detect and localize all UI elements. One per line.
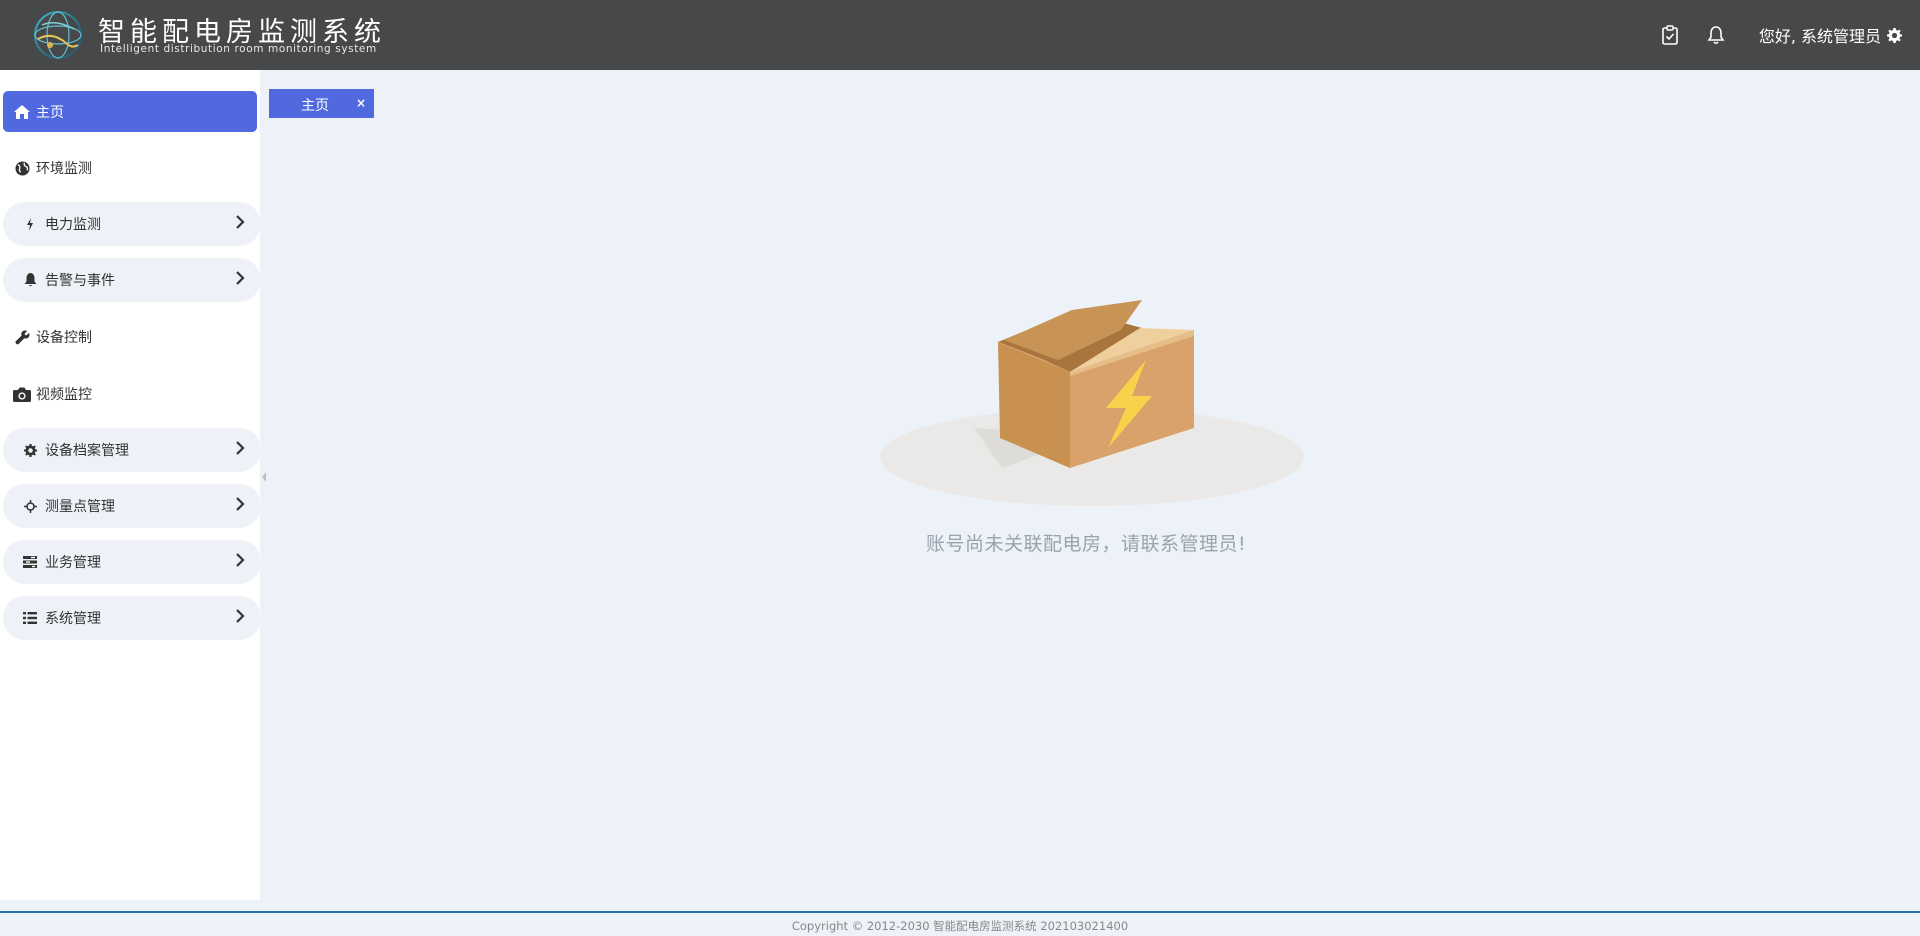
footer: Copyright © 2012-2030 智能配电房监测系统 20210302… <box>0 913 1920 936</box>
app-subtitle: Intelligent distribution room monitoring… <box>100 43 377 55</box>
wrench-icon <box>13 328 31 346</box>
sidebar-item-power[interactable]: 电力监测 <box>3 202 261 246</box>
sidebar-item-label: 设备控制 <box>36 330 92 346</box>
empty-state-message: 账号尚未关联配电房，请联系管理员! <box>0 529 1920 556</box>
chevron-right-icon <box>236 497 245 511</box>
clipboard-check-icon[interactable] <box>1659 24 1681 46</box>
cog-icon <box>21 441 39 459</box>
sidebar-collapse-handle[interactable] <box>261 470 267 484</box>
bell-icon <box>21 271 39 289</box>
top-header: 智能配电房监测系统 Intelligent distribution room … <box>0 0 1920 70</box>
sidebar-item-label: 测量点管理 <box>45 499 115 515</box>
sidebar-item-label: 告警与事件 <box>45 273 115 289</box>
sidebar-item-label: 系统管理 <box>45 611 101 627</box>
sidebar-item-label: 视频监控 <box>36 387 92 403</box>
sidebar: 主页 环境监测 电力监测 告警与事件 设备控制 视频监控 设备档案管理 测量点管… <box>0 70 261 900</box>
sidebar-item-label: 电力监测 <box>45 217 101 233</box>
chevron-right-icon <box>236 271 245 285</box>
sidebar-item-video[interactable]: 视频监控 <box>3 372 261 416</box>
sidebar-item-home[interactable]: 主页 <box>3 91 257 132</box>
globe-icon <box>13 159 31 177</box>
sidebar-item-measure-points[interactable]: 测量点管理 <box>3 484 261 528</box>
home-icon <box>13 103 31 121</box>
sidebar-item-alarms[interactable]: 告警与事件 <box>3 258 261 302</box>
sidebar-item-label: 主页 <box>36 104 64 121</box>
sidebar-item-environment[interactable]: 环境监测 <box>3 146 261 190</box>
bell-icon[interactable] <box>1705 24 1727 46</box>
copyright-text: Copyright © 2012-2030 智能配电房监测系统 20210302… <box>791 919 1129 933</box>
sidebar-item-device-archive[interactable]: 设备档案管理 <box>3 428 261 472</box>
user-menu[interactable]: 您好, 系统管理员 <box>1759 24 1902 46</box>
chevron-right-icon <box>236 441 245 455</box>
gear-icon[interactable] <box>1887 27 1902 43</box>
sidebar-item-system[interactable]: 系统管理 <box>3 596 261 640</box>
bolt-icon <box>21 215 39 233</box>
crosshair-icon <box>21 497 39 515</box>
sidebar-item-label: 环境监测 <box>36 161 92 177</box>
empty-box-illustration <box>880 300 1304 506</box>
sidebar-item-label: 设备档案管理 <box>45 443 129 459</box>
user-greeting: 您好, 系统管理员 <box>1758 27 1881 46</box>
tab-home[interactable]: 主页 × <box>269 89 374 118</box>
tab-label: 主页 <box>301 98 329 114</box>
tab-close-icon[interactable]: × <box>354 96 368 110</box>
globe-logo-icon <box>34 11 82 59</box>
sidebar-item-device-control[interactable]: 设备控制 <box>3 315 261 359</box>
camera-icon <box>13 385 31 403</box>
list-icon <box>21 609 39 627</box>
chevron-right-icon <box>236 609 245 623</box>
empty-state-text: 账号尚未关联配电房，请联系管理员! <box>925 533 1247 555</box>
chevron-right-icon <box>236 215 245 229</box>
